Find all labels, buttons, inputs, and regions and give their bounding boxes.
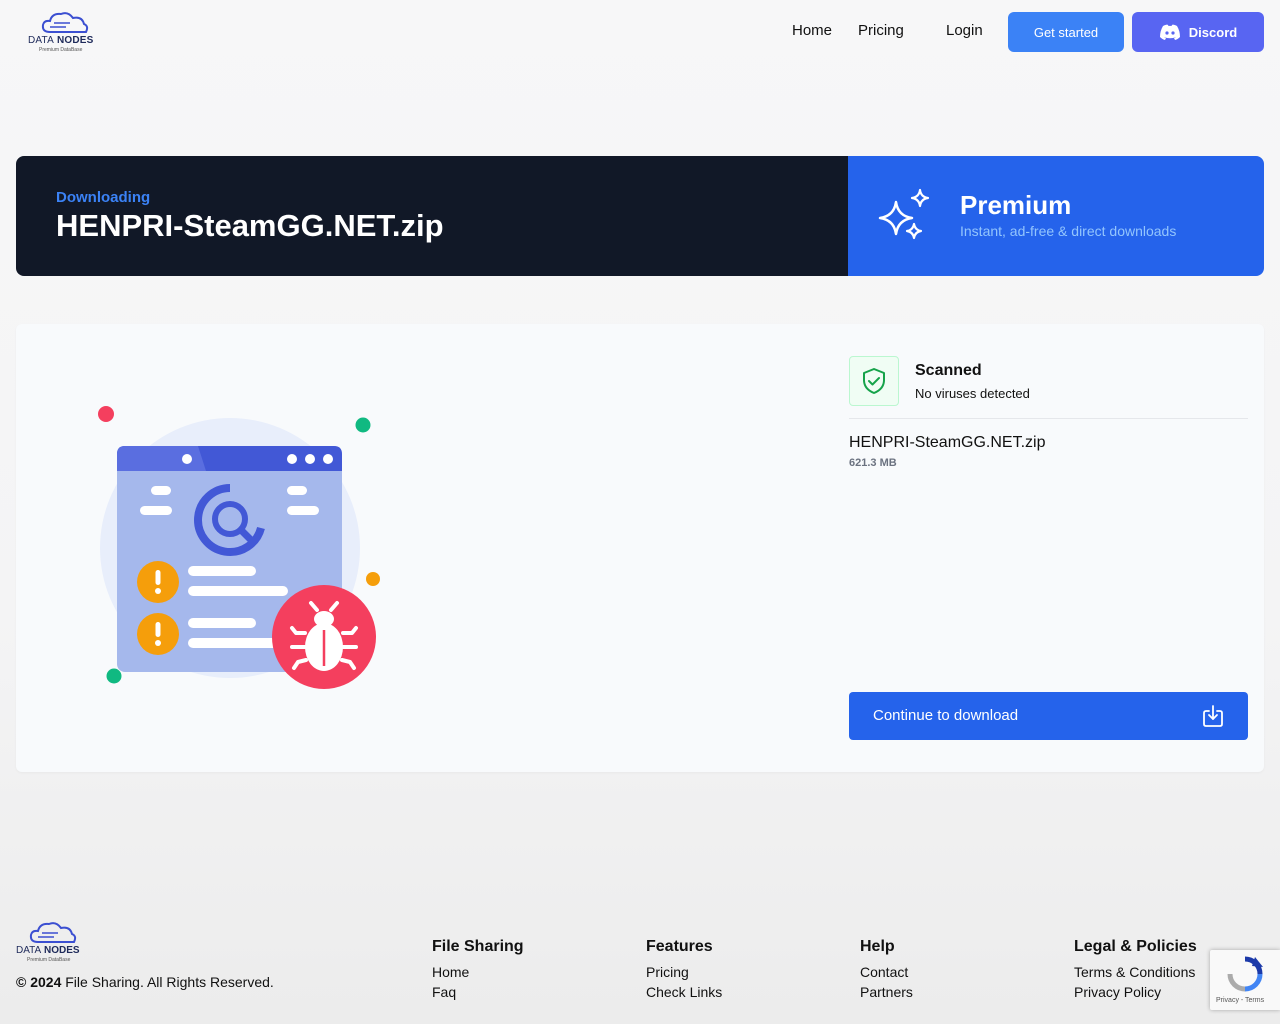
get-started-button[interactable]: Get started	[1008, 12, 1124, 52]
footer-heading: Features	[646, 938, 713, 955]
footer-heading: File Sharing	[432, 938, 524, 955]
footer-link-partners[interactable]: Partners	[860, 982, 913, 1002]
download-icon	[1203, 705, 1223, 727]
recaptcha-text[interactable]: Privacy - Terms	[1216, 997, 1264, 1004]
premium-title: Premium	[960, 190, 1072, 220]
footer-link-pricing[interactable]: Pricing	[646, 962, 722, 982]
discord-button[interactable]: Discord	[1132, 12, 1264, 52]
logo[interactable]: DATA NODES Premium DataBase	[28, 10, 102, 56]
logo-text: DATA NODES	[28, 35, 94, 46]
cloud-logo-icon	[29, 922, 77, 943]
nav-login[interactable]: Login	[946, 22, 983, 39]
header: DATA NODES Premium DataBase Home Pricing…	[0, 0, 1280, 80]
scan-title: Scanned	[915, 362, 982, 379]
footer-column-features: Features Pricing Check Links	[646, 938, 722, 1002]
premium-subtitle: Instant, ad-free & direct downloads	[960, 223, 1177, 239]
discord-icon	[1159, 24, 1180, 40]
downloading-label: Downloading	[56, 189, 151, 206]
continue-download-label: Continue to download	[873, 707, 1019, 724]
footer-column-file-sharing: File Sharing Home Faq	[432, 938, 524, 1002]
copyright: © 2024 File Sharing. All Rights Reserved…	[16, 974, 274, 990]
file-size: 621.3 MB	[849, 457, 897, 469]
footer-link-contact[interactable]: Contact	[860, 962, 913, 982]
logo-tagline: Premium DataBase	[39, 47, 83, 53]
recaptcha-icon	[1227, 956, 1263, 992]
discord-label: Discord	[1188, 24, 1238, 40]
footer-link-privacy[interactable]: Privacy Policy	[1074, 982, 1197, 1002]
download-banner: Downloading HENPRI-SteamGG.NET.zip	[16, 156, 848, 276]
footer-column-legal: Legal & Policies Terms & Conditions Priv…	[1074, 938, 1197, 1002]
file-name: HENPRI-SteamGG.NET.zip	[849, 434, 1046, 451]
premium-banner[interactable]: Premium Instant, ad-free & direct downlo…	[848, 156, 1264, 276]
footer-logo[interactable]: DATA NODES Premium DataBase	[16, 920, 90, 966]
footer-link-home[interactable]: Home	[432, 962, 524, 982]
footer-column-help: Help Contact Partners	[860, 938, 913, 1002]
virus-scan-illustration-icon	[98, 406, 380, 689]
footer-link-check-links[interactable]: Check Links	[646, 982, 722, 1002]
sparkles-icon	[878, 188, 930, 240]
nav-pricing[interactable]: Pricing	[858, 22, 904, 39]
cloud-logo-icon	[41, 12, 89, 33]
logo-tagline: Premium DataBase	[27, 957, 71, 963]
recaptcha-badge[interactable]: Privacy - Terms	[1210, 950, 1280, 1010]
continue-download-button[interactable]: Continue to download	[849, 692, 1248, 740]
footer-heading: Legal & Policies	[1074, 938, 1197, 955]
logo-text: DATA NODES	[16, 945, 80, 956]
footer-link-terms[interactable]: Terms & Conditions	[1074, 962, 1197, 982]
footer-link-faq[interactable]: Faq	[432, 982, 524, 1002]
scan-status-badge	[849, 356, 899, 406]
shield-check-icon	[863, 368, 885, 394]
download-card: Scanned No viruses detected HENPRI-Steam…	[16, 324, 1264, 772]
divider	[849, 418, 1248, 419]
footer-heading: Help	[860, 938, 895, 955]
scan-subtitle: No viruses detected	[915, 386, 1030, 401]
nav-home[interactable]: Home	[792, 22, 832, 39]
banner-file-title: HENPRI-SteamGG.NET.zip	[56, 208, 444, 243]
